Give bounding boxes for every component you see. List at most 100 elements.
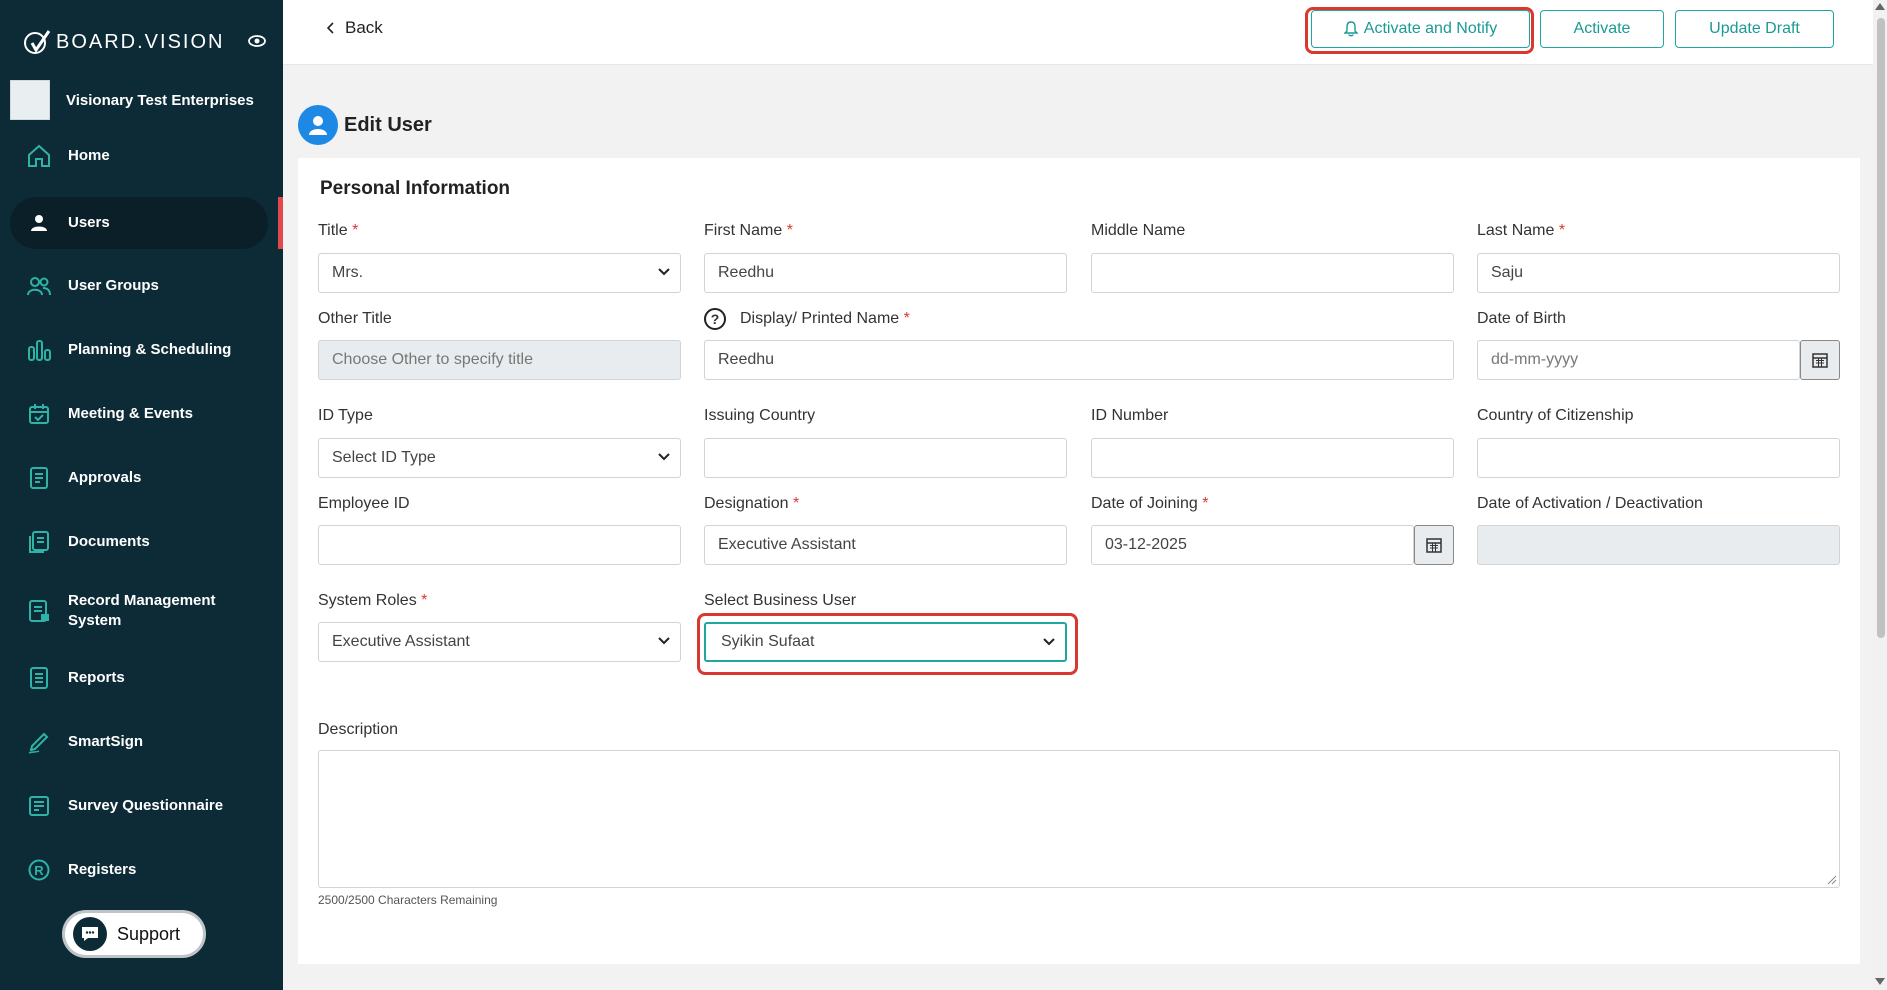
organization-logo [10, 80, 50, 120]
help-icon[interactable]: ? [704, 308, 726, 330]
page-header: Edit User [298, 105, 432, 145]
document-icon [24, 463, 54, 493]
display-name-value: Reedhu [718, 351, 775, 368]
required-mark: * [352, 222, 359, 239]
sidebar-item-label: SmartSign [68, 733, 144, 750]
date-joining-calendar-button[interactable] [1414, 525, 1454, 565]
designation-input[interactable]: Executive Assistant [704, 525, 1067, 565]
svg-text:R: R [34, 863, 44, 878]
sidebar-item-registers[interactable]: R Registers [10, 844, 268, 896]
other-title-placeholder: Choose Other to specify title [332, 351, 533, 368]
description-textarea[interactable] [318, 750, 1840, 888]
chevron-down-icon [658, 268, 670, 276]
brand-name: BOARD.VISION [56, 30, 225, 53]
sidebar-item-label: Approvals [68, 469, 142, 486]
user-avatar-icon [298, 105, 338, 145]
activate-label: Activate [1573, 20, 1631, 37]
employee-id-input[interactable] [318, 525, 681, 565]
chevron-down-icon [658, 453, 670, 461]
sidebar-item-user-groups[interactable]: User Groups [10, 260, 268, 312]
dob-placeholder: dd-mm-yyyy [1491, 351, 1579, 368]
back-button[interactable]: Back [327, 18, 383, 38]
display-name-label-text: Display/ Printed Name [740, 310, 900, 327]
documents-icon [24, 527, 54, 557]
sidebar-item-label: Users [68, 214, 110, 231]
title-label-text: Title [318, 222, 348, 239]
description-label: Description [318, 721, 399, 738]
sidebar-item-smartsign[interactable]: SmartSign [10, 716, 268, 768]
chart-icon [24, 335, 54, 365]
sidebar-item-label: Home [68, 147, 110, 164]
users-icon [24, 271, 54, 301]
calendar-icon [1426, 538, 1442, 553]
title-select-value: Mrs. [332, 264, 364, 281]
required-mark: * [903, 310, 910, 327]
last-name-input[interactable]: Saju [1477, 253, 1840, 293]
sidebar-item-meetings[interactable]: Meeting & Events [10, 388, 268, 440]
sidebar: BOARD.VISION Visionary Test Enterprises … [0, 0, 283, 990]
sidebar-item-label: Documents [68, 533, 150, 550]
business-user-label: Select Business User [704, 592, 857, 609]
id-number-input[interactable] [1091, 438, 1454, 478]
calendar-icon [1812, 353, 1828, 368]
dob-input[interactable]: dd-mm-yyyy [1477, 340, 1800, 380]
required-mark: * [786, 222, 793, 239]
organization-switcher[interactable]: Visionary Test Enterprises [10, 80, 254, 120]
employee-id-label: Employee ID [318, 495, 410, 512]
other-title-input[interactable]: Choose Other to specify title [318, 340, 681, 380]
sidebar-item-approvals[interactable]: Approvals [10, 452, 268, 504]
scroll-up-icon[interactable] [1875, 3, 1885, 10]
registered-icon: R [24, 855, 54, 885]
sidebar-item-planning[interactable]: Planning & Scheduling [10, 324, 268, 376]
id-number-label: ID Number [1091, 407, 1169, 424]
id-type-value: Select ID Type [332, 449, 436, 466]
title-select[interactable]: Mrs. [318, 253, 681, 293]
last-name-label: Last Name * [1477, 222, 1565, 240]
scrollbar-thumb[interactable] [1877, 18, 1885, 638]
chevron-down-icon [1043, 638, 1055, 646]
sidebar-item-survey[interactable]: Survey Questionnaire [10, 780, 268, 832]
back-label: Back [345, 18, 383, 37]
report-icon [24, 663, 54, 693]
sidebar-item-label: User Groups [68, 277, 159, 294]
citizenship-input[interactable] [1477, 438, 1840, 478]
business-user-select[interactable]: Syikin Sufaat [704, 622, 1067, 662]
sidebar-item-reports[interactable]: Reports [10, 652, 268, 704]
sidebar-item-documents[interactable]: Documents [10, 516, 268, 568]
resize-handle-icon[interactable] [1827, 875, 1837, 885]
display-name-input[interactable]: Reedhu [704, 340, 1454, 380]
last-name-label-text: Last Name [1477, 222, 1555, 239]
designation-label-text: Designation [704, 495, 789, 512]
id-type-select[interactable]: Select ID Type [318, 438, 681, 478]
date-activation-input[interactable] [1477, 525, 1840, 565]
display-name-label: ? Display/ Printed Name * [704, 308, 910, 330]
activate-and-notify-label: Activate and Notify [1363, 20, 1498, 37]
update-draft-button[interactable]: Update Draft [1675, 10, 1834, 48]
sidebar-item-home[interactable]: Home [10, 130, 268, 182]
first-name-input[interactable]: Reedhu [704, 253, 1067, 293]
scroll-down-icon[interactable] [1875, 978, 1885, 985]
activate-and-notify-button[interactable]: Activate and Notify [1311, 10, 1530, 48]
character-counter: 2500/2500 Characters Remaining [318, 893, 498, 907]
eye-icon[interactable] [248, 35, 266, 47]
issuing-country-input[interactable] [704, 438, 1067, 478]
support-button[interactable]: Support [62, 910, 206, 958]
date-activation-label: Date of Activation / Deactivation [1477, 495, 1703, 512]
sidebar-item-records[interactable]: Record Management System [10, 580, 268, 642]
required-mark: * [792, 495, 800, 512]
sidebar-item-users[interactable]: Users [10, 197, 268, 249]
sidebar-item-label: Planning & Scheduling [68, 341, 232, 358]
chevron-left-icon [327, 22, 334, 34]
middle-name-input[interactable] [1091, 253, 1454, 293]
dob-calendar-button[interactable] [1800, 340, 1840, 380]
last-name-value: Saju [1491, 264, 1524, 281]
system-roles-label: System Roles * [318, 592, 427, 610]
date-joining-input[interactable]: 03-12-2025 [1091, 525, 1414, 565]
brand-logo[interactable]: BOARD.VISION [22, 28, 224, 56]
activate-button[interactable]: Activate [1540, 10, 1664, 48]
records-icon [24, 596, 54, 626]
system-roles-select[interactable]: Executive Assistant [318, 622, 681, 662]
active-indicator [278, 197, 283, 249]
support-label: Support [117, 923, 181, 944]
issuing-country-label: Issuing Country [704, 407, 816, 424]
